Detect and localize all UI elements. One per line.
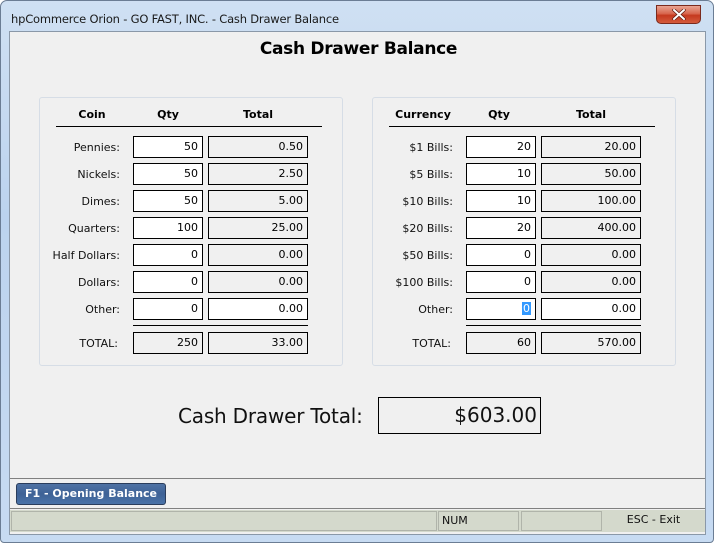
currency-group: Currency Qty Total $1 Bills: 20 20.00 $5… — [372, 97, 676, 366]
status-panel-num: NUM — [438, 511, 519, 531]
currency-total-qty-field: 60 — [466, 332, 536, 354]
row-label: Other: — [418, 303, 453, 316]
esc-exit-button[interactable]: ESC - Exit — [603, 511, 704, 531]
other-coin-qty-input[interactable]: 0 — [133, 298, 203, 320]
coin-header-qty: Qty — [157, 108, 179, 121]
dimes-qty-input[interactable]: 50 — [133, 190, 203, 212]
status-panel-empty — [521, 511, 602, 531]
coin-total-amount-field: 33.00 — [208, 332, 308, 354]
row-label: $50 Bills: — [402, 249, 453, 262]
row-label: $10 Bills: — [402, 195, 453, 208]
status-bar: NUM ESC - Exit — [10, 510, 705, 532]
page-title: Cash Drawer Balance — [259, 39, 458, 59]
window-title: hpCommerce Orion - GO FAST, INC. - Cash … — [11, 12, 339, 26]
total-label: TOTAL: — [412, 337, 451, 350]
selected-text: 0 — [522, 302, 531, 315]
row-label: Dimes: — [81, 195, 120, 208]
opening-balance-button[interactable]: F1 - Opening Balance — [16, 483, 166, 505]
header-divider — [389, 126, 655, 127]
10-bills-total-field: 100.00 — [541, 190, 641, 212]
dimes-total-field: 5.00 — [208, 190, 308, 212]
sum-divider — [133, 325, 308, 326]
dollars-total-field: 0.00 — [208, 271, 308, 293]
5-bills-total-field: 50.00 — [541, 163, 641, 185]
currency-total-amount-field: 570.00 — [541, 332, 641, 354]
row-label: $1 Bills: — [409, 141, 453, 154]
row-label: Other: — [85, 303, 120, 316]
quarters-qty-input[interactable]: 100 — [133, 217, 203, 239]
row-label: Nickels: — [77, 168, 120, 181]
row-label: $100 Bills: — [395, 276, 453, 289]
row-label: Quarters: — [68, 222, 120, 235]
nickels-total-field: 2.50 — [208, 163, 308, 185]
coin-header-total: Total — [242, 108, 274, 121]
dollars-qty-input[interactable]: 0 — [133, 271, 203, 293]
header-divider — [56, 126, 322, 127]
coin-group: Coin Qty Total Pennies: 50 0.50 Nickels:… — [39, 97, 343, 366]
row-label: Half Dollars: — [52, 249, 120, 262]
row-label: Pennies: — [73, 141, 120, 154]
currency-header-total: Total — [575, 108, 607, 121]
function-key-bar: F1 - Opening Balance — [10, 478, 705, 509]
client-area: Cash Drawer Balance Coin Qty Total Penni… — [9, 31, 706, 535]
close-button[interactable] — [656, 5, 701, 24]
title-bar[interactable]: hpCommerce Orion - GO FAST, INC. - Cash … — [1, 1, 713, 31]
nickels-qty-input[interactable]: 50 — [133, 163, 203, 185]
50-bills-qty-input[interactable]: 0 — [466, 244, 536, 266]
other-currency-qty-input[interactable]: 0 — [466, 298, 536, 320]
20-bills-total-field: 400.00 — [541, 217, 641, 239]
row-label: $20 Bills: — [402, 222, 453, 235]
quarters-total-field: 25.00 — [208, 217, 308, 239]
pennies-total-field: 0.50 — [208, 136, 308, 158]
row-label: $5 Bills: — [409, 168, 453, 181]
1-bills-total-field: 20.00 — [541, 136, 641, 158]
20-bills-qty-input[interactable]: 20 — [466, 217, 536, 239]
cash-drawer-total-field: $603.00 — [378, 397, 541, 434]
coin-total-qty-field: 250 — [133, 332, 203, 354]
other-currency-total-input[interactable]: 0.00 — [541, 298, 641, 320]
currency-header-name: Currency — [395, 108, 451, 121]
100-bills-qty-input[interactable]: 0 — [466, 271, 536, 293]
close-x-icon — [671, 9, 686, 20]
half-dollars-total-field: 0.00 — [208, 244, 308, 266]
app-window: hpCommerce Orion - GO FAST, INC. - Cash … — [0, 0, 714, 543]
coin-header-name: Coin — [78, 108, 106, 121]
10-bills-qty-input[interactable]: 10 — [466, 190, 536, 212]
5-bills-qty-input[interactable]: 10 — [466, 163, 536, 185]
row-label: Dollars: — [77, 276, 120, 289]
1-bills-qty-input[interactable]: 20 — [466, 136, 536, 158]
status-panel-message — [11, 511, 437, 531]
sum-divider — [466, 325, 641, 326]
half-dollars-qty-input[interactable]: 0 — [133, 244, 203, 266]
50-bills-total-field: 0.00 — [541, 244, 641, 266]
pennies-qty-input[interactable]: 50 — [133, 136, 203, 158]
cash-drawer-total-label: Cash Drawer Total: — [178, 404, 363, 428]
total-label: TOTAL: — [79, 337, 118, 350]
other-coin-total-input[interactable]: 0.00 — [208, 298, 308, 320]
100-bills-total-field: 0.00 — [541, 271, 641, 293]
currency-header-qty: Qty — [488, 108, 510, 121]
